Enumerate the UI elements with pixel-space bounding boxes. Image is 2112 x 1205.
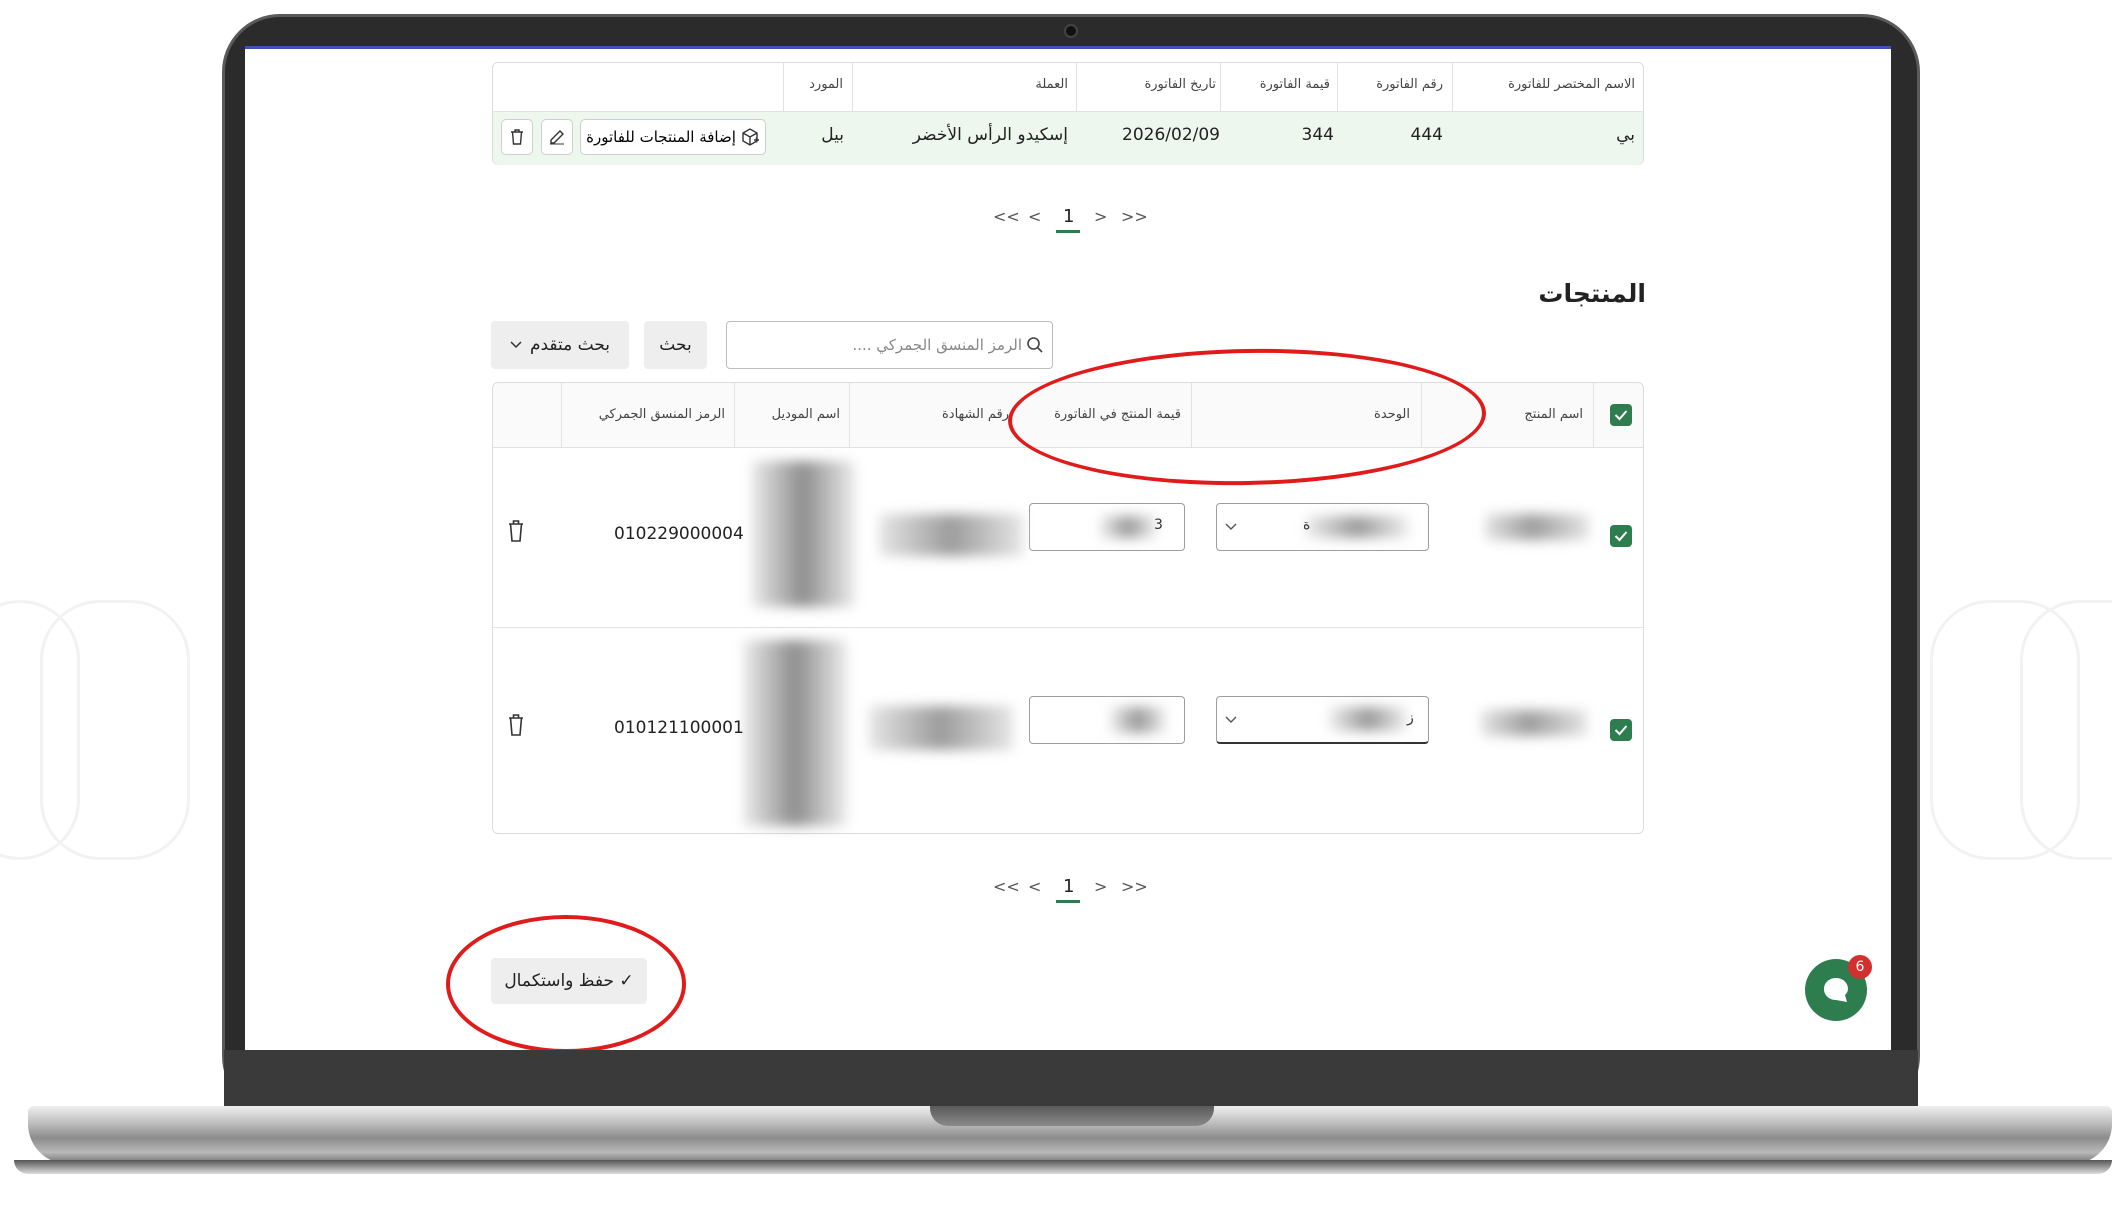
unit-partial-char: ة [1303,517,1311,533]
product-name-redacted [1485,514,1589,540]
header-model-name: اسم الموديل [771,407,840,422]
annotation-ellipse [446,915,686,1050]
divider [1337,63,1338,111]
header-short-name: الاسم المختصر للفاتورة [1508,77,1635,92]
search-icon [1027,337,1043,353]
certificate-redacted [869,706,1013,750]
hs-code-value: 010121100001 [614,718,744,738]
check-icon [1614,410,1628,421]
add-products-button[interactable]: إضافة المنتجات للفاتورة [580,119,766,155]
divider [1076,63,1077,111]
product-value-input[interactable]: 3 [1029,503,1185,551]
cell-short-name: بي [1616,125,1635,145]
hs-code-search-input[interactable]: الرمز المنسق الجمركي .... [726,321,1053,369]
chat-bubble-icon [1824,978,1848,1002]
laptop-notch [930,1106,1214,1126]
add-products-label: إضافة المنتجات للفاتورة [586,128,736,146]
unit-select[interactable]: ة [1216,503,1429,551]
divider [493,627,1643,628]
value-redacted [1100,516,1156,538]
divider [783,63,784,111]
model-image-redacted [751,461,855,607]
divider [493,111,1643,112]
cell-invoice-date: 2026/02/09 [1122,125,1220,145]
advanced-search-button[interactable]: بحث متقدم [491,321,629,369]
invoices-table: الاسم المختصر للفاتورة رقم الفاتورة قيمة… [492,62,1644,165]
cell-invoice-value: 344 [1301,125,1334,145]
pagination-last[interactable]: >> [1121,207,1148,226]
delete-invoice-button[interactable] [501,119,533,155]
divider [1593,383,1594,447]
edit-invoice-button[interactable] [541,119,573,155]
edit-icon [550,130,564,145]
product-name-redacted [1481,710,1587,736]
unit-select[interactable]: ز [1216,696,1429,744]
screen: الاسم المختصر للفاتورة رقم الفاتورة قيمة… [245,46,1891,1050]
unit-redacted [1305,516,1409,538]
pagination-active-underline [1056,230,1080,233]
laptop-shadow [14,1160,2112,1174]
header-currency: العملة [1035,77,1068,92]
divider [849,383,850,447]
laptop-chin [224,1050,1918,1110]
search-placeholder: الرمز المنسق الجمركي .... [852,336,1022,354]
pagination-current-page[interactable]: 1 [1063,206,1074,227]
certificate-redacted [879,514,1023,556]
advanced-search-label: بحث متقدم [529,335,611,355]
pagination-prev[interactable]: < [1028,877,1041,896]
header-product-name: اسم المنتج [1524,407,1583,422]
chevron-down-icon [1225,716,1237,723]
unit-redacted [1329,707,1407,731]
model-image-redacted [743,640,847,826]
pagination-next[interactable]: > [1094,207,1107,226]
delete-row-button[interactable] [507,713,525,741]
header-hs-code: الرمز المنسق الجمركي [598,407,725,422]
cell-invoice-number: 444 [1410,125,1443,145]
products-title: المنتجات [1538,279,1646,308]
pagination-active-underline [1056,900,1080,903]
pagination-first[interactable]: << [993,877,1020,896]
package-plus-icon [742,128,759,146]
chevron-down-icon [510,341,522,349]
pagination-first[interactable]: << [993,207,1020,226]
divider [1220,63,1221,111]
check-icon [1614,725,1628,736]
pagination-last[interactable]: >> [1121,877,1148,896]
pagination-current-page[interactable]: 1 [1063,876,1074,897]
delete-row-button[interactable] [507,519,525,547]
divider [734,383,735,447]
header-invoice-value: قيمة الفاتورة [1259,77,1330,92]
background-pattern [0,600,80,860]
trash-icon [511,129,523,145]
webcam [1064,24,1078,38]
chat-notification-badge: 6 [1848,955,1872,979]
pagination-next[interactable]: > [1094,877,1107,896]
value-redacted [1110,707,1166,733]
background-pattern [2020,600,2112,860]
hs-code-value: 010229000004 [614,524,744,544]
divider [1452,63,1453,111]
pagination-prev[interactable]: < [1028,207,1041,226]
cell-currency: إسكيدو الرأس الأخضر [912,125,1068,145]
value-partial-char: 3 [1154,517,1163,533]
screenshot-stage: الاسم المختصر للفاتورة رقم الفاتورة قيمة… [0,0,2112,1205]
header-invoice-date: تاريخ الفاتورة [1144,77,1216,92]
check-icon [1614,531,1628,542]
header-invoice-number: رقم الفاتورة [1376,77,1443,92]
chevron-down-icon [1225,523,1237,530]
select-all-checkbox[interactable] [1610,404,1632,426]
row-checkbox[interactable] [1610,719,1632,741]
divider [852,63,853,111]
header-supplier: المورد [809,77,843,92]
unit-partial-char: ز [1407,710,1414,726]
trash-icon [509,520,523,542]
divider [561,383,562,447]
trash-icon [509,714,523,736]
cell-supplier: بيل [821,125,844,145]
product-value-input[interactable] [1029,696,1185,744]
header-certificate-number: رقم الشهادة [942,407,1009,422]
row-checkbox[interactable] [1610,525,1632,547]
search-button[interactable]: بحث [644,321,707,369]
